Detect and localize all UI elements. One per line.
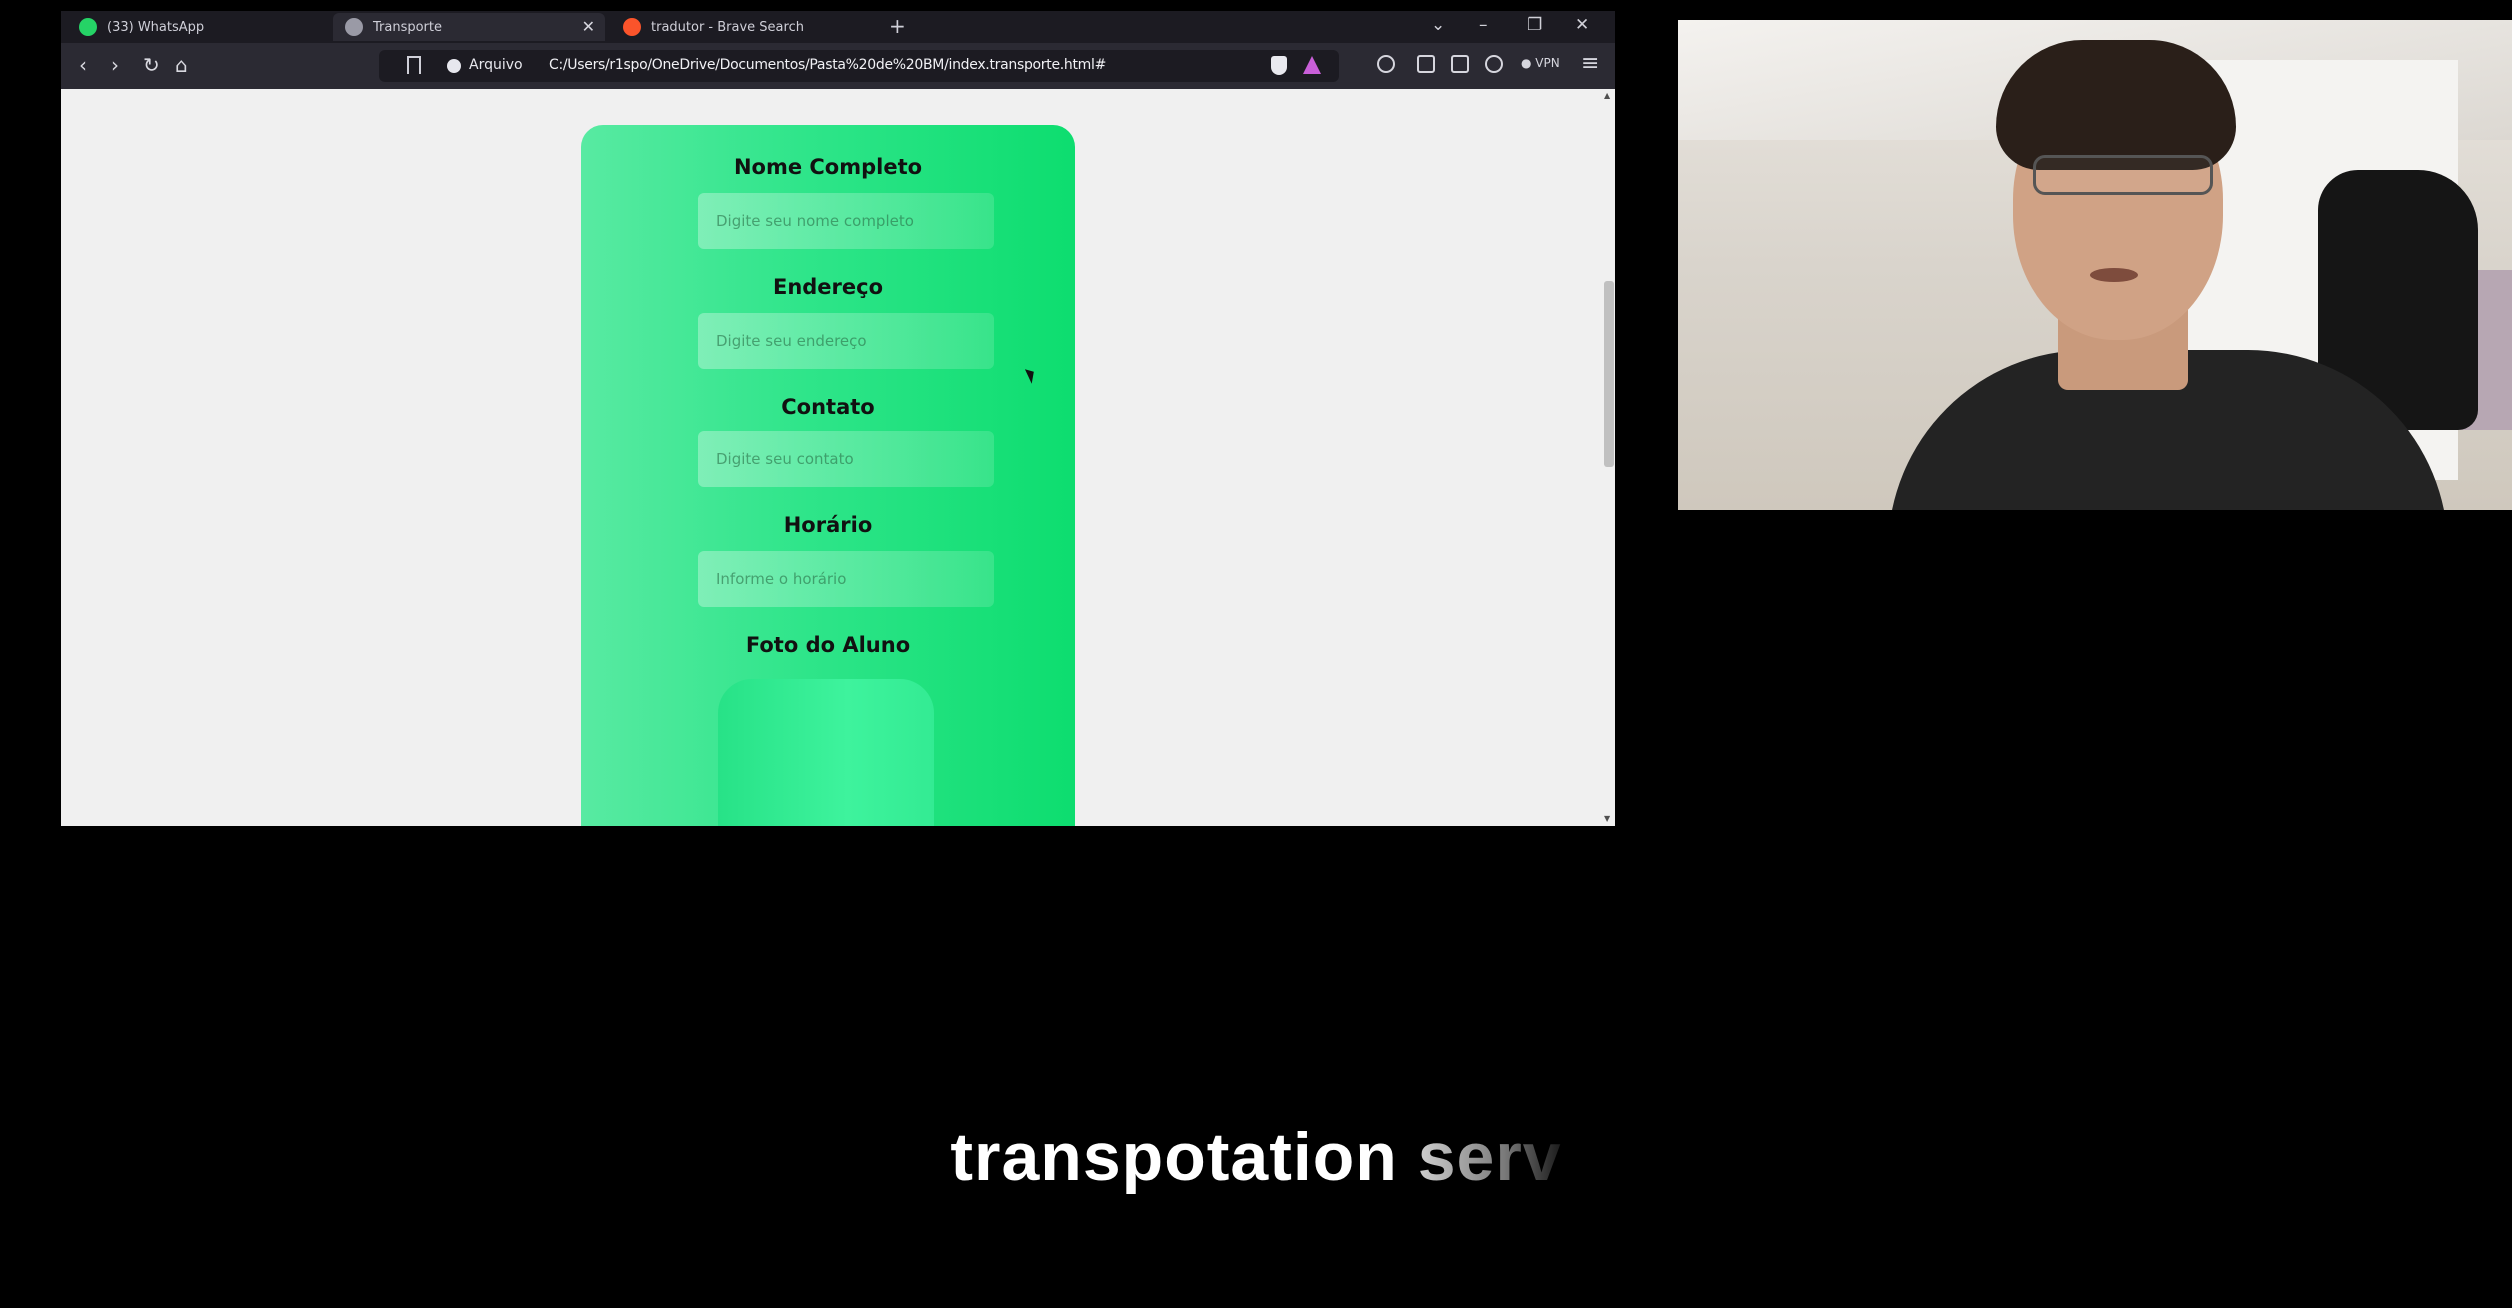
webcam-overlay bbox=[1678, 20, 2512, 510]
field-label-nome: Nome Completo bbox=[733, 155, 923, 179]
horario-input[interactable] bbox=[698, 551, 994, 607]
brave-rewards-icon[interactable] bbox=[1303, 56, 1321, 74]
minimize-icon[interactable]: – bbox=[1479, 15, 1488, 35]
caption-main-text: transpotation bbox=[950, 1119, 1418, 1195]
tab-whatsapp[interactable]: (33) WhatsApp bbox=[67, 13, 327, 41]
brave-shield-icon[interactable] bbox=[1271, 56, 1287, 75]
restore-icon[interactable]: ❐ bbox=[1527, 15, 1542, 35]
presenter-glasses bbox=[2033, 155, 2213, 195]
browser-window: (33) WhatsApp Transporte ✕ tradutor - Br… bbox=[61, 11, 1615, 826]
scroll-up-icon[interactable]: ▲ bbox=[1604, 91, 1610, 100]
field-label-horario: Horário bbox=[783, 513, 873, 537]
forward-icon[interactable]: › bbox=[111, 54, 119, 76]
navigation-toolbar: ‹ › ↻ ⌂ Arquivo C:/Users/r1spo/OneDrive/… bbox=[61, 43, 1615, 89]
url-text[interactable]: C:/Users/r1spo/OneDrive/Documentos/Pasta… bbox=[549, 57, 1106, 73]
menu-icon[interactable]: ≡ bbox=[1581, 51, 1599, 76]
new-tab-icon[interactable]: + bbox=[889, 14, 906, 38]
field-label-contato: Contato bbox=[781, 395, 875, 419]
registration-form-card: Nome Completo Endereço Contato Horário F… bbox=[581, 125, 1075, 826]
student-photo-upload[interactable] bbox=[718, 679, 934, 826]
home-icon[interactable]: ⌂ bbox=[175, 54, 188, 76]
scroll-thumb[interactable] bbox=[1604, 281, 1614, 467]
endereco-input[interactable] bbox=[698, 313, 994, 369]
tab-brave-search[interactable]: tradutor - Brave Search bbox=[611, 13, 871, 41]
scroll-down-icon[interactable]: ▼ bbox=[1604, 814, 1610, 823]
url-scheme-label: Arquivo bbox=[469, 57, 523, 73]
bookmark-icon[interactable] bbox=[407, 56, 421, 74]
sync-icon[interactable] bbox=[1377, 55, 1395, 73]
tab-transporte[interactable]: Transporte ✕ bbox=[333, 13, 605, 41]
tab-label: (33) WhatsApp bbox=[107, 19, 205, 35]
sidebar-icon[interactable] bbox=[1417, 55, 1435, 73]
back-icon[interactable]: ‹ bbox=[79, 54, 87, 76]
vpn-label: VPN bbox=[1535, 56, 1560, 70]
subtitle-caption: transpotation serv bbox=[0, 1118, 2512, 1196]
vertical-scrollbar[interactable]: ▲ ▼ bbox=[1601, 89, 1615, 826]
info-icon[interactable] bbox=[447, 59, 461, 73]
vpn-button[interactable]: ● VPN bbox=[1521, 56, 1560, 70]
field-label-endereco: Endereço bbox=[772, 275, 884, 299]
window-close-icon[interactable]: ✕ bbox=[1575, 15, 1589, 35]
tab-bar: (33) WhatsApp Transporte ✕ tradutor - Br… bbox=[61, 11, 1615, 43]
extensions-icon[interactable] bbox=[1485, 55, 1503, 73]
tab-list-chevron-icon[interactable]: ⌄ bbox=[1431, 15, 1445, 35]
page-viewport: Nome Completo Endereço Contato Horário F… bbox=[61, 89, 1615, 826]
caption-fading-text: serv bbox=[1417, 1119, 1562, 1195]
reload-icon[interactable]: ↻ bbox=[143, 54, 160, 76]
field-label-foto: Foto do Aluno bbox=[745, 633, 911, 657]
contato-input[interactable] bbox=[698, 431, 994, 487]
close-tab-icon[interactable]: ✕ bbox=[582, 17, 595, 36]
presenter-hair bbox=[1996, 40, 2236, 170]
page-icon bbox=[345, 18, 363, 36]
address-bar[interactable]: Arquivo C:/Users/r1spo/OneDrive/Document… bbox=[379, 50, 1339, 82]
presenter-mouth bbox=[2090, 268, 2138, 282]
nome-completo-input[interactable] bbox=[698, 193, 994, 249]
brave-search-icon bbox=[623, 18, 641, 36]
whatsapp-icon bbox=[79, 18, 97, 36]
wallet-icon[interactable] bbox=[1451, 55, 1469, 73]
tab-label: Transporte bbox=[373, 19, 442, 35]
tab-label: tradutor - Brave Search bbox=[651, 19, 804, 35]
